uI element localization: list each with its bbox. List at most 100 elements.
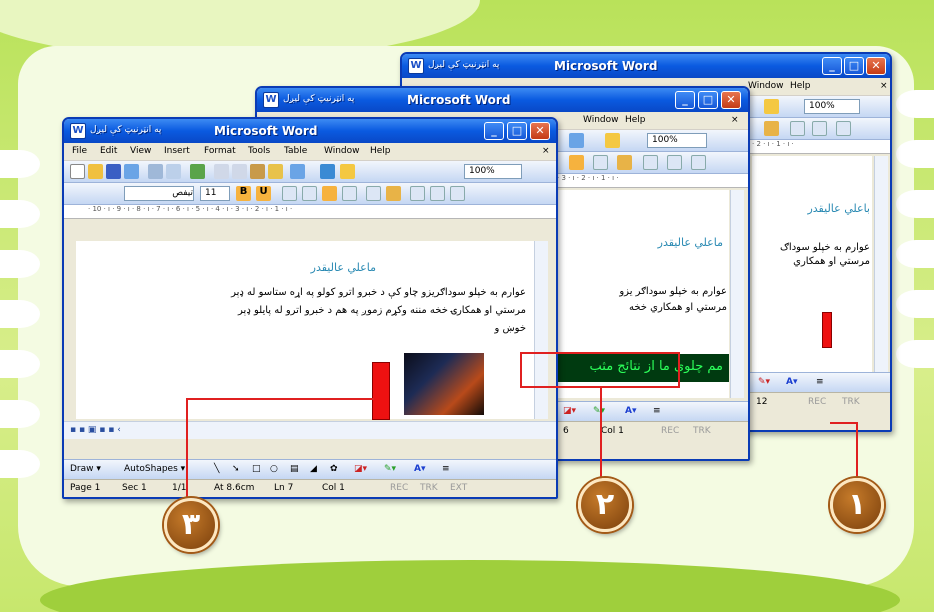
justify-icon[interactable] [342,186,357,201]
line-icon[interactable]: ╲ [214,464,219,474]
minimize-button[interactable]: _ [675,91,695,109]
wordart-icon[interactable]: ◢ [310,464,317,474]
close-doc-icon[interactable]: × [731,115,739,125]
paste-icon[interactable] [250,164,265,179]
menu-format[interactable]: Format [204,146,236,156]
title-bar[interactable]: W په انټرنیټ کې لیږل Microsoft Word _ □ … [402,54,890,78]
menu-help[interactable]: Help [790,81,811,91]
rtl-icon[interactable] [386,186,401,201]
bullets-icon[interactable] [430,186,445,201]
research-icon[interactable] [340,164,355,179]
copy-icon[interactable] [232,164,247,179]
line-style-icon[interactable]: ≡ [442,464,450,474]
title-bar[interactable]: W په انټرنیټ کې لیږل Microsoft Word _ □ … [64,119,556,143]
menu-table[interactable]: Table [284,146,307,156]
arrow-icon[interactable]: ➘ [232,464,240,474]
maximize-button[interactable]: □ [698,91,718,109]
font-color-icon[interactable]: A▾ [414,464,425,474]
align-center-icon[interactable] [302,186,317,201]
oval-icon[interactable]: ○ [270,464,278,474]
line-style-icon[interactable]: ≡ [816,377,824,387]
zoom-box[interactable]: 100% [464,164,522,179]
indent-icon[interactable] [450,186,465,201]
format-painter-icon[interactable] [268,164,283,179]
document-page[interactable]: ماعلي عالیقدر عوارم به خپلو سوداګریزو چا… [76,241,534,419]
bold-icon[interactable]: B [236,186,251,201]
vertical-scrollbar[interactable] [534,241,548,419]
align-left-icon[interactable] [282,186,297,201]
word-window-front[interactable]: W په انټرنیټ کې لیږل Microsoft Word _ □ … [62,117,558,499]
menu-edit[interactable]: Edit [100,146,117,156]
minimize-button[interactable]: _ [484,122,504,140]
vertical-scrollbar[interactable] [874,156,888,394]
undo-icon[interactable] [569,133,584,148]
rectangle-icon[interactable]: □ [252,464,261,474]
close-doc-icon[interactable]: × [880,81,888,91]
horizontal-scrollbar[interactable]: ▪ ▪ ▣ ▪ ▪ ‹ [64,421,556,439]
menu-tools[interactable]: Tools [248,146,270,156]
font-color-icon[interactable]: A▾ [625,406,636,416]
fill-color-icon[interactable]: ◪▾ [563,406,576,416]
document-heading: باعلي عالیقدر [807,202,870,215]
draw-menu[interactable]: Draw ▾ [70,464,101,474]
line-color-icon[interactable]: ✎▾ [384,464,396,474]
inserted-picture[interactable] [404,353,484,415]
close-button[interactable]: ✕ [721,91,741,109]
rtl-icon[interactable] [617,155,632,170]
numbering-icon[interactable] [410,186,425,201]
menu-window[interactable]: Window [324,146,360,156]
font-name-box[interactable]: تیفص [124,186,194,201]
close-button[interactable]: ✕ [866,57,886,75]
minimize-button[interactable]: _ [822,57,842,75]
save-icon[interactable] [106,164,121,179]
ltr-icon[interactable] [593,155,608,170]
zoom-box[interactable]: 100% [647,133,707,148]
clipart-icon[interactable]: ✿ [330,464,338,474]
open-icon[interactable] [88,164,103,179]
hyperlink-icon[interactable] [320,164,335,179]
document-page[interactable]: باعلي عالیقدر عوارم به خپلو سوداګ مرستي … [752,156,872,394]
print-preview-icon[interactable] [166,164,181,179]
ltr-icon[interactable] [366,186,381,201]
font-color-icon[interactable]: A▾ [786,377,797,387]
menu-view[interactable]: View [130,146,151,156]
menu-file[interactable]: File [72,146,87,156]
undo-icon[interactable] [290,164,305,179]
cut-icon[interactable] [214,164,229,179]
maximize-button[interactable]: □ [507,122,527,140]
close-button[interactable]: ✕ [530,122,550,140]
view-buttons-icon[interactable]: ▪ ▪ ▣ ▪ ▪ ‹ [70,425,121,435]
research-icon[interactable] [764,99,779,114]
zoom-box[interactable]: 100% [804,99,860,114]
menu-help[interactable]: Help [625,115,646,125]
indent-icon[interactable] [691,155,706,170]
font-size-box[interactable]: 11 [200,186,230,201]
print-icon[interactable] [148,164,163,179]
permission-icon[interactable] [124,164,139,179]
textbox-icon[interactable]: ▤ [290,464,299,474]
new-icon[interactable] [70,164,85,179]
underline-icon[interactable]: U [256,186,271,201]
autoshapes-menu[interactable]: AutoShapes ▾ [124,464,185,474]
title-bar[interactable]: W په انټرنیټ کې لیږل Microsoft Word _ □ … [257,88,748,112]
fill-color-icon[interactable]: ◪▾ [354,464,367,474]
bullets-icon[interactable] [667,155,682,170]
indent-icon[interactable] [836,121,851,136]
line-style-icon[interactable]: ≡ [653,406,661,416]
close-doc-icon[interactable]: × [542,146,550,156]
highlight-icon[interactable] [569,155,584,170]
menu-insert[interactable]: Insert [164,146,190,156]
numbering-icon[interactable] [643,155,658,170]
align-right-icon[interactable] [322,186,337,201]
maximize-button[interactable]: □ [844,57,864,75]
menu-help[interactable]: Help [370,146,391,156]
align-icon[interactable] [790,121,805,136]
research-icon[interactable] [605,133,620,148]
rtl-icon[interactable] [764,121,779,136]
spelling-icon[interactable] [190,164,205,179]
line-color-icon[interactable]: ✎▾ [758,377,770,387]
menu-window[interactable]: Window [748,81,784,91]
numbering-icon[interactable] [812,121,827,136]
vertical-scrollbar[interactable] [730,190,744,398]
menu-window[interactable]: Window [583,115,619,125]
